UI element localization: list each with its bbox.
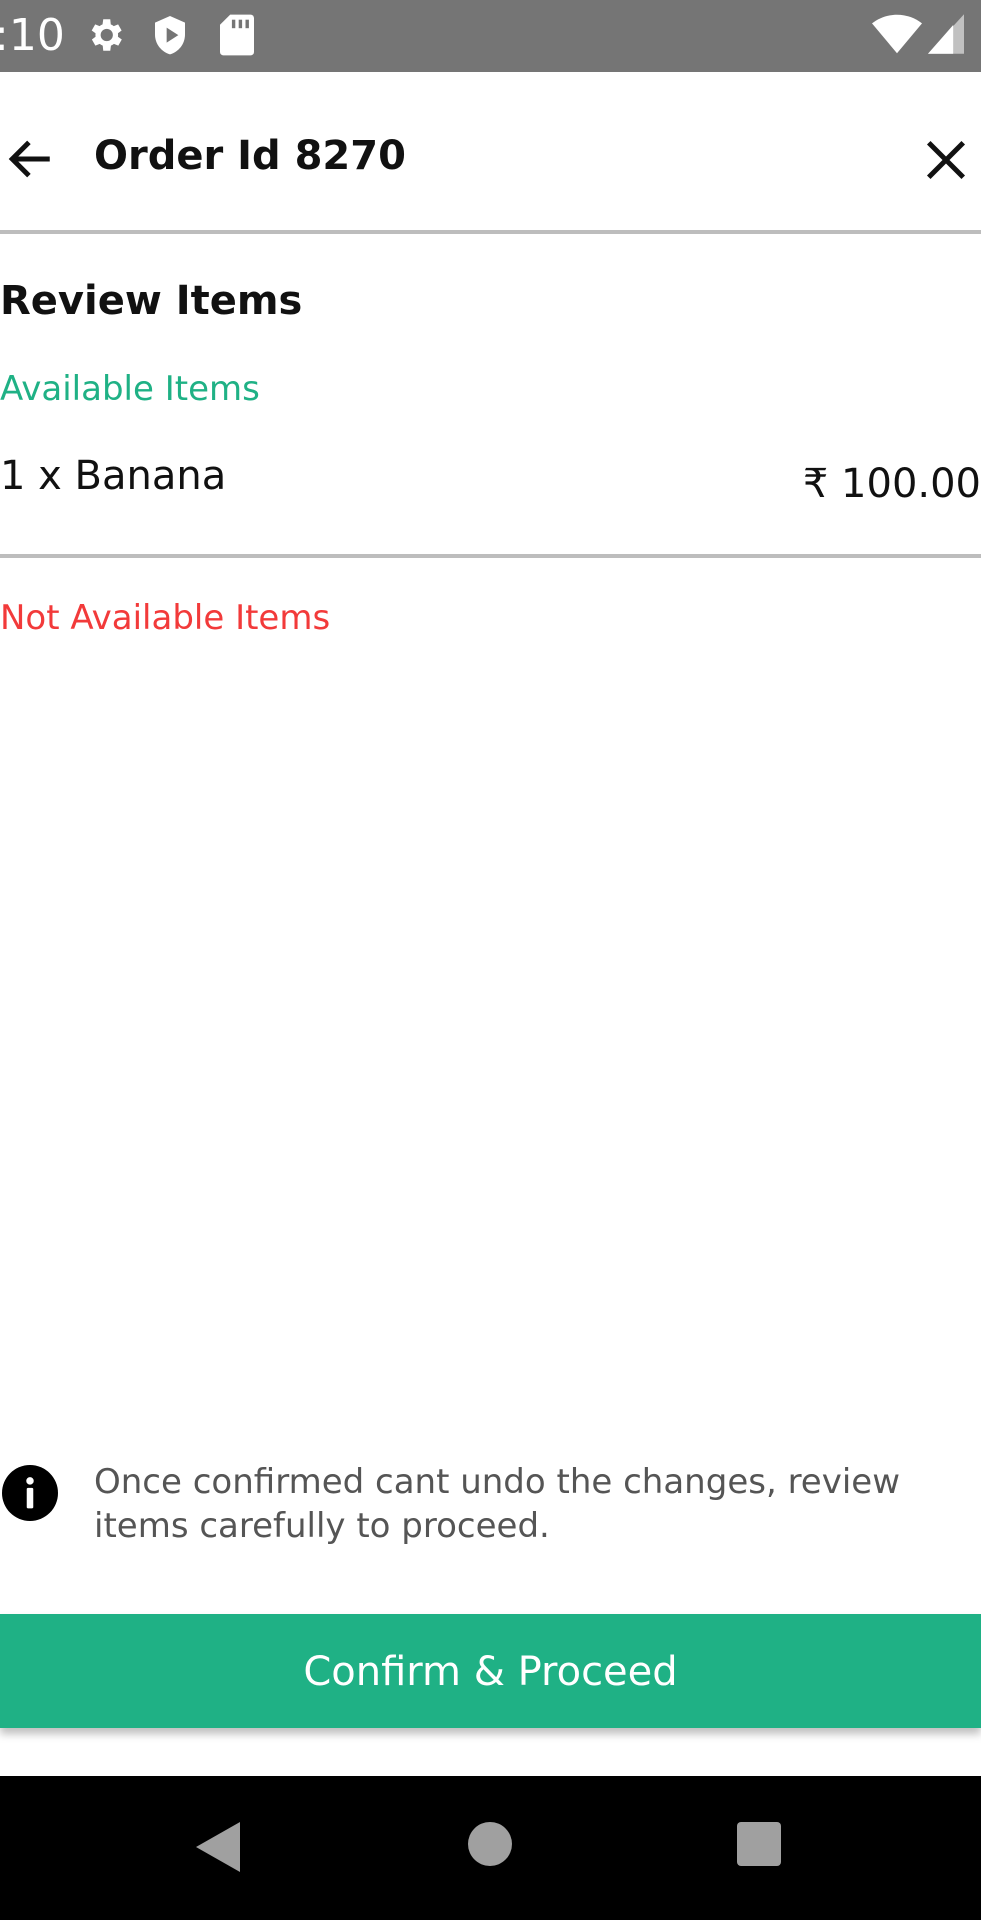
- item-name: 1 x Banana: [0, 453, 227, 499]
- arrow-left-icon[interactable]: [6, 134, 56, 184]
- confirm-proceed-button[interactable]: Confirm & Proceed: [0, 1614, 981, 1728]
- page-title: Order Id 8270: [94, 133, 406, 179]
- wifi-icon: [872, 14, 922, 54]
- available-items-label: Available Items: [0, 369, 260, 409]
- not-available-items-label: Not Available Items: [0, 598, 331, 638]
- info-icon: [2, 1465, 58, 1521]
- status-bar: :10: [0, 0, 981, 72]
- cell-signal-icon: [928, 14, 964, 54]
- system-nav-bar: [0, 1776, 981, 1920]
- shield-icon: [155, 16, 185, 55]
- status-time: :10: [0, 10, 65, 61]
- settings-icon: [91, 19, 122, 51]
- sd-card-icon: [220, 14, 254, 56]
- close-icon[interactable]: [923, 137, 969, 183]
- recents-square-icon[interactable]: [737, 1822, 781, 1866]
- item-price: ₹ 100.00: [802, 461, 981, 507]
- confirm-warning-text: Once confirmed cant undo the changes, re…: [94, 1462, 901, 1546]
- header-divider: [0, 230, 981, 234]
- items-divider: [0, 554, 981, 558]
- home-circle-icon[interactable]: [468, 1822, 512, 1866]
- app-bar: Order Id 8270: [0, 72, 981, 230]
- back-triangle-icon[interactable]: [196, 1822, 240, 1872]
- review-items-heading: Review Items: [0, 278, 303, 324]
